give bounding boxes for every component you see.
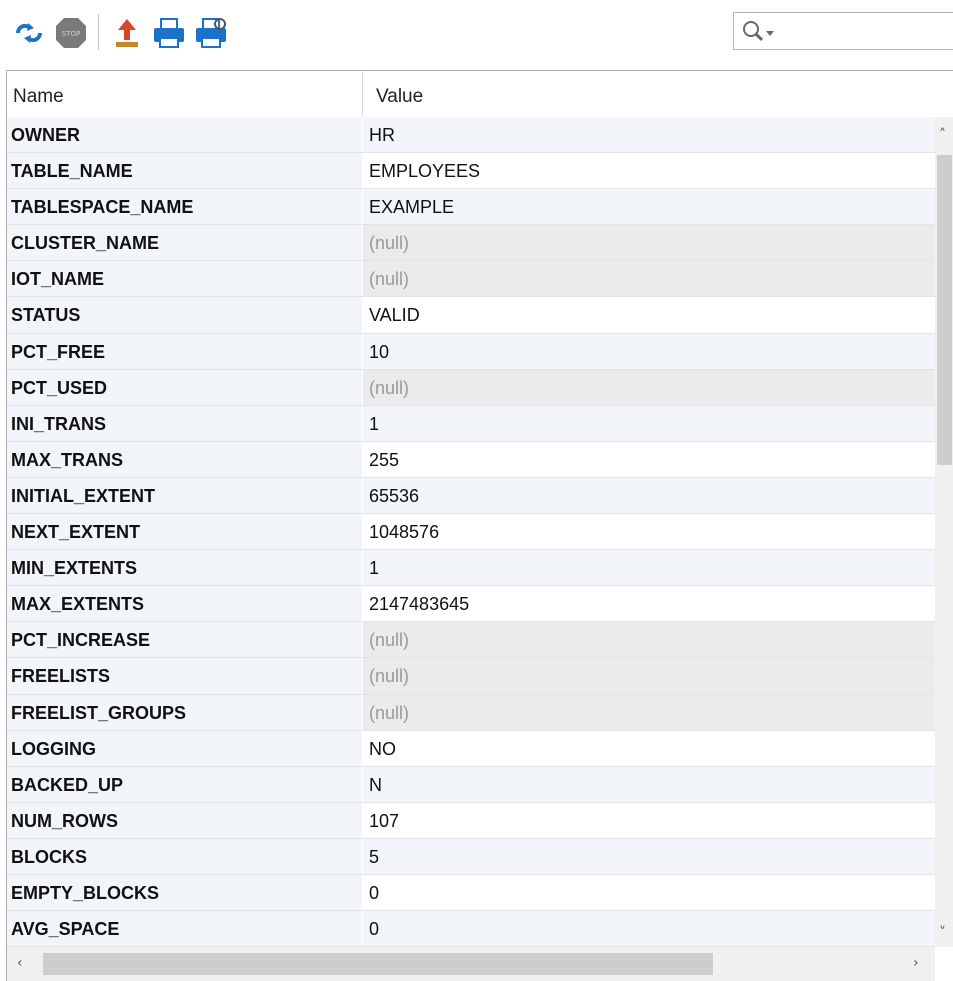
property-name: AVG_SPACE <box>7 911 362 947</box>
property-value[interactable]: 65536 <box>363 477 935 514</box>
scroll-down-icon[interactable]: ˅ <box>939 925 946 941</box>
table-row[interactable]: FREELISTS (null) <box>7 658 935 695</box>
print-icon[interactable] <box>150 14 188 52</box>
property-value[interactable]: 0 <box>363 874 935 911</box>
vertical-scroll-thumb[interactable] <box>937 155 952 465</box>
property-name: INI_TRANS <box>7 405 362 441</box>
property-name: EMPTY_BLOCKS <box>7 874 362 911</box>
property-name: FREELISTS <box>7 658 362 694</box>
search-icon <box>742 19 782 43</box>
table-row[interactable]: TABLESPACE_NAME EXAMPLE <box>7 189 935 226</box>
stop-icon[interactable]: STOP <box>52 14 90 52</box>
table-row[interactable]: CLUSTER_NAME (null) <box>7 225 935 262</box>
property-name: MAX_EXTENTS <box>7 586 362 622</box>
property-value[interactable]: N <box>363 766 935 802</box>
property-value[interactable]: (null) <box>363 369 935 405</box>
property-value[interactable]: 1 <box>363 405 935 441</box>
property-name: PCT_FREE <box>7 333 362 369</box>
property-name: OWNER <box>7 117 362 153</box>
search-input[interactable] <box>733 12 953 50</box>
property-name: IOT_NAME <box>7 261 362 297</box>
property-value[interactable]: 255 <box>363 441 935 477</box>
property-name: NEXT_EXTENT <box>7 514 362 550</box>
property-name: PCT_USED <box>7 369 362 405</box>
property-value[interactable]: (null) <box>363 694 935 730</box>
column-header-value[interactable]: Value <box>376 71 423 117</box>
toolbar-separator <box>98 14 99 50</box>
property-name: TABLE_NAME <box>7 153 362 189</box>
property-value[interactable]: EXAMPLE <box>363 189 935 225</box>
toolbar: STOP <box>0 0 953 66</box>
property-name: NUM_ROWS <box>7 802 362 838</box>
table-row[interactable]: INITIAL_EXTENT 65536 <box>7 477 935 515</box>
table-row[interactable]: MAX_EXTENTS 2147483645 <box>7 586 935 623</box>
scroll-right-icon[interactable]: › <box>913 955 919 971</box>
properties-grid: Name Value OWNER HR TABLE_NAME EMPLOYEES TAB… <box>6 70 953 981</box>
table-row[interactable]: EMPTY_BLOCKS 0 <box>7 874 935 912</box>
property-name: BACKED_UP <box>7 766 362 802</box>
property-value[interactable]: (null) <box>363 658 935 694</box>
scroll-left-icon[interactable]: ‹ <box>17 955 23 971</box>
property-value[interactable]: 5 <box>363 838 935 874</box>
grid-rows: OWNER HR TABLE_NAME EMPLOYEES TABLESPACE_NAM… <box>7 117 935 948</box>
table-row[interactable]: AVG_SPACE 0 <box>7 911 935 948</box>
property-name: PCT_INCREASE <box>7 622 362 658</box>
property-value[interactable]: 1048576 <box>363 514 935 550</box>
table-row[interactable]: FREELIST_GROUPS (null) <box>7 694 935 731</box>
print-preview-icon[interactable] <box>192 14 230 52</box>
property-value[interactable]: 1 <box>363 550 935 586</box>
table-row[interactable]: PCT_FREE 10 <box>7 333 935 370</box>
table-row[interactable]: OWNER HR <box>7 117 935 154</box>
property-name: LOGGING <box>7 730 362 766</box>
property-value[interactable]: (null) <box>363 225 935 261</box>
column-divider[interactable] <box>362 71 363 117</box>
property-name: MIN_EXTENTS <box>7 550 362 586</box>
table-row[interactable]: INI_TRANS 1 <box>7 405 935 442</box>
table-row[interactable]: NEXT_EXTENT 1048576 <box>7 514 935 551</box>
refresh-icon[interactable] <box>10 14 48 52</box>
grid-header: Name Value <box>7 71 935 117</box>
table-row[interactable]: BLOCKS 5 <box>7 838 935 875</box>
property-name: INITIAL_EXTENT <box>7 477 362 514</box>
property-value[interactable]: 10 <box>363 333 935 369</box>
property-value[interactable]: NO <box>363 730 935 766</box>
property-name: CLUSTER_NAME <box>7 225 362 261</box>
table-row[interactable]: STATUS VALID <box>7 297 935 334</box>
horizontal-scrollbar[interactable]: ‹ › <box>7 947 935 981</box>
table-row[interactable]: MIN_EXTENTS 1 <box>7 550 935 587</box>
column-header-name[interactable]: Name <box>13 71 64 117</box>
property-value[interactable]: 2147483645 <box>363 586 935 622</box>
property-value[interactable]: (null) <box>363 261 935 297</box>
property-value[interactable]: EMPLOYEES <box>363 153 935 189</box>
property-value[interactable]: (null) <box>363 622 935 658</box>
table-row[interactable]: LOGGING NO <box>7 730 935 767</box>
table-row[interactable]: PCT_INCREASE (null) <box>7 622 935 659</box>
table-row[interactable]: PCT_USED (null) <box>7 369 935 406</box>
export-icon[interactable] <box>108 14 146 52</box>
table-row[interactable]: NUM_ROWS 107 <box>7 802 935 839</box>
stop-icon-label: STOP <box>62 30 80 38</box>
scroll-up-icon[interactable]: ˄ <box>939 127 946 143</box>
table-row[interactable]: IOT_NAME (null) <box>7 261 935 298</box>
property-value[interactable]: 0 <box>363 911 935 947</box>
property-name: STATUS <box>7 297 362 333</box>
property-name: MAX_TRANS <box>7 441 362 477</box>
property-value[interactable]: VALID <box>363 297 935 333</box>
property-name: BLOCKS <box>7 838 362 874</box>
vertical-scrollbar[interactable]: ˄ ˅ <box>935 117 953 947</box>
property-value[interactable]: 107 <box>363 802 935 838</box>
property-value[interactable]: HR <box>363 117 935 153</box>
table-row[interactable]: TABLE_NAME EMPLOYEES <box>7 153 935 190</box>
property-name: FREELIST_GROUPS <box>7 694 362 730</box>
table-row[interactable]: BACKED_UP N <box>7 766 935 803</box>
table-row[interactable]: MAX_TRANS 255 <box>7 441 935 478</box>
horizontal-scroll-thumb[interactable] <box>43 953 713 975</box>
property-name: TABLESPACE_NAME <box>7 189 362 225</box>
